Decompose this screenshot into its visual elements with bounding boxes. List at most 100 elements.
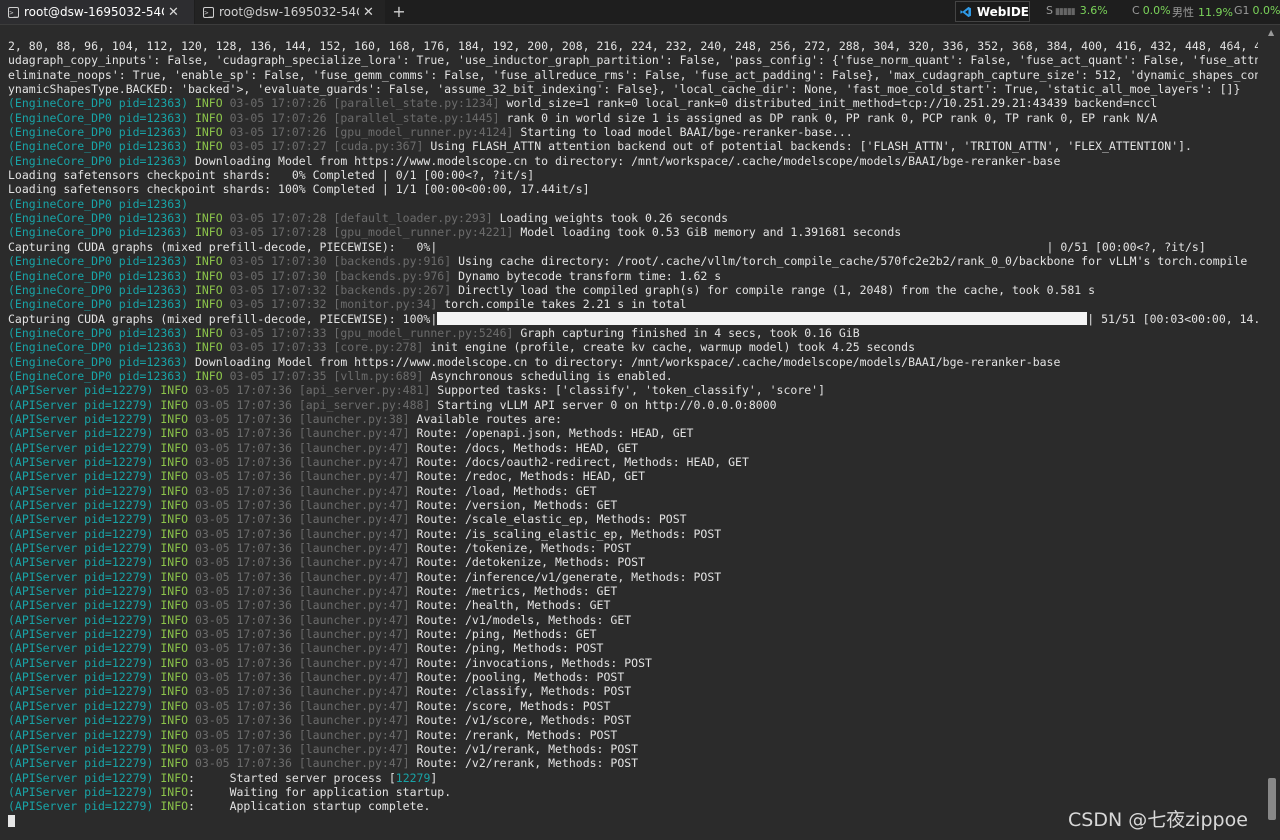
terminal-line: (EngineCore_DP0 pid=12363) INFO 03-05 17…: [8, 225, 1258, 239]
terminal-line: (APIServer pid=12279) INFO: Waiting for …: [8, 785, 1258, 799]
log-text: Route: /redoc, Methods: HEAD, GET: [416, 469, 646, 484]
log-proc: (APIServer pid=12279): [8, 713, 154, 728]
terminal-line: (EngineCore_DP0 pid=12363) Downloading M…: [8, 154, 1258, 168]
log-ts: 03-05 17:07:36 [launcher.py:47]: [188, 498, 417, 512]
tab-terminal-1[interactable]: >_ root@dsw-1695032-54C677I ✕: [0, 0, 194, 24]
log-ts: 03-05 17:07:26 [parallel_state.py:1234]: [222, 96, 507, 111]
terminal-line: (APIServer pid=12279) INFO 03-05 17:07:3…: [8, 555, 1258, 569]
log-proc: (EngineCore_DP0 pid=12363): [8, 196, 189, 211]
log-ts: 03-05 17:07:30 [backends.py:976]: [222, 268, 459, 283]
webide-button[interactable]: WebIDE: [955, 1, 1030, 22]
log-proc: (APIServer pid=12279): [8, 770, 154, 785]
log-proc: (APIServer pid=12279): [8, 411, 154, 426]
log-proc: (APIServer pid=12279): [8, 440, 154, 455]
log-lvl: INFO: [160, 727, 189, 742]
log-proc: (APIServer pid=12279): [8, 727, 154, 742]
log-proc: (EngineCore_DP0 pid=12363): [8, 325, 189, 340]
terminal-line: (APIServer pid=12279) INFO 03-05 17:07:3…: [8, 713, 1258, 727]
log-text: Available routes are:: [416, 411, 562, 426]
terminal-line: 2, 80, 88, 96, 104, 112, 120, 128, 136, …: [8, 39, 1258, 53]
log-text: Graph capturing finished in 4 secs, took…: [520, 325, 860, 340]
usage-bars-icon: ▮▮▮▮▮: [1054, 7, 1076, 17]
log-ts: 03-05 17:07:36 [launcher.py:47]: [188, 541, 417, 556]
terminal-line: (APIServer pid=12279) INFO 03-05 17:07:3…: [8, 383, 1258, 397]
log-text: : Started server process [: [188, 770, 396, 785]
log-lvl: INFO: [160, 498, 189, 512]
log-ts: 03-05 17:07:36 [launcher.py:47]: [188, 440, 417, 455]
log-text: Supported tasks: ['classify', 'token_cla…: [437, 383, 826, 398]
log-text: : Application startup complete.: [188, 799, 431, 814]
terminal-line: Capturing CUDA graphs (mixed prefill-dec…: [8, 311, 1258, 326]
terminal-line: (EngineCore_DP0 pid=12363) INFO 03-05 17…: [8, 297, 1258, 311]
log-lvl: INFO: [160, 741, 189, 756]
scrollbar-thumb[interactable]: [1268, 778, 1276, 820]
log-lvl: INFO: [160, 598, 189, 613]
vscode-icon: [960, 6, 971, 17]
scrollbar[interactable]: [1266, 26, 1280, 840]
terminal-line: (APIServer pid=12279) INFO 03-05 17:07:3…: [8, 584, 1258, 598]
log-proc: (APIServer pid=12279): [8, 698, 154, 713]
log-text: Route: /ping, Methods: GET: [416, 627, 597, 642]
close-icon[interactable]: ✕: [168, 5, 179, 20]
terminal-output[interactable]: 2, 80, 88, 96, 104, 112, 120, 128, 136, …: [8, 39, 1258, 839]
log-ts: 03-05 17:07:26 [parallel_state.py:1445]: [222, 110, 507, 125]
log-ts: 03-05 17:07:36 [launcher.py:47]: [188, 512, 417, 527]
tab-terminal-2[interactable]: >_ root@dsw-1695032-54C677I ✕: [195, 0, 385, 24]
log-text: Directly load the compiled graph(s) for …: [458, 282, 1096, 297]
new-tab-button[interactable]: +: [388, 2, 410, 22]
stat-memory: 男性 11.9%: [1172, 4, 1233, 20]
log-lvl: INFO: [194, 368, 223, 383]
terminal-line: Loading safetensors checkpoint shards: 0…: [8, 168, 1258, 182]
log-ts: 03-05 17:07:36 [launcher.py:47]: [188, 756, 417, 771]
log-text: Route: /v1/models, Methods: GET: [416, 612, 632, 627]
log-text: Downloading Model from https://www.model…: [188, 354, 1061, 369]
log-text: Route: /scale_elastic_ep, Methods: POST: [416, 512, 687, 527]
log-proc: (EngineCore_DP0 pid=12363): [8, 96, 189, 111]
terminal-line: (APIServer pid=12279) INFO 03-05 17:07:3…: [8, 684, 1258, 698]
log-lvl: INFO: [160, 440, 189, 455]
terminal-line: (EngineCore_DP0 pid=12363) INFO 03-05 17…: [8, 269, 1258, 283]
terminal-line: ynamicShapesType.BACKED: 'backed'>, 'eva…: [8, 82, 1258, 96]
close-icon[interactable]: ✕: [363, 5, 374, 20]
terminal-line: (APIServer pid=12279) INFO 03-05 17:07:3…: [8, 527, 1258, 541]
log-text: Route: /ping, Methods: POST: [416, 641, 604, 656]
log-text: Route: /metrics, Methods: GET: [416, 584, 618, 599]
log-lvl: INFO: [160, 784, 189, 799]
log-lvl: INFO: [194, 340, 223, 355]
terminal-line: (APIServer pid=12279) INFO 03-05 17:07:3…: [8, 699, 1258, 713]
terminal-line: (APIServer pid=12279) INFO 03-05 17:07:3…: [8, 613, 1258, 627]
progress-bar-fill: [437, 311, 1088, 325]
stat-g1: G1 0.0%: [1234, 4, 1280, 17]
log-proc: (APIServer pid=12279): [8, 426, 154, 441]
terminal-line: (APIServer pid=12279) INFO 03-05 17:07:3…: [8, 469, 1258, 483]
log-lvl: INFO: [160, 411, 189, 426]
log-text: Route: /rerank, Methods: POST: [416, 727, 618, 742]
log-text: Route: /load, Methods: GET: [416, 483, 597, 498]
log-ts: 03-05 17:07:36 [launcher.py:47]: [188, 655, 417, 670]
terminal-icon: >_: [203, 6, 214, 18]
log-text: eliminate_noops': True, 'enable_sp': Fal…: [8, 67, 1258, 82]
log-ts: 03-05 17:07:36 [launcher.py:47]: [188, 670, 417, 685]
log-lvl: INFO: [194, 211, 223, 226]
log-text: Route: /health, Methods: GET: [416, 598, 611, 613]
log-proc: (APIServer pid=12279): [8, 483, 154, 498]
terminal-line: (APIServer pid=12279) INFO 03-05 17:07:3…: [8, 398, 1258, 412]
log-lvl: INFO: [160, 756, 189, 771]
log-ts: 03-05 17:07:36 [launcher.py:47]: [188, 454, 417, 469]
log-lvl: INFO: [194, 282, 223, 297]
terminal-line: (APIServer pid=12279) INFO 03-05 17:07:3…: [8, 412, 1258, 426]
log-text: Capturing CUDA graphs (mixed prefill-dec…: [8, 239, 1206, 254]
watermark: CSDN @七夜zippoe: [1068, 809, 1248, 831]
log-lvl: INFO: [160, 454, 189, 469]
scroll-up-icon[interactable]: ▲: [1268, 28, 1274, 37]
log-ts: 03-05 17:07:36 [launcher.py:47]: [188, 598, 417, 613]
log-ts: 03-05 17:07:28 [default_loader.py:293]: [222, 211, 500, 226]
log-ts: 03-05 17:07:35 [vllm.py:689]: [222, 368, 431, 383]
tab-title: root@dsw-1695032-54C677I: [219, 5, 359, 19]
log-lvl: INFO: [160, 397, 189, 412]
terminal-line: Capturing CUDA graphs (mixed prefill-dec…: [8, 240, 1258, 254]
